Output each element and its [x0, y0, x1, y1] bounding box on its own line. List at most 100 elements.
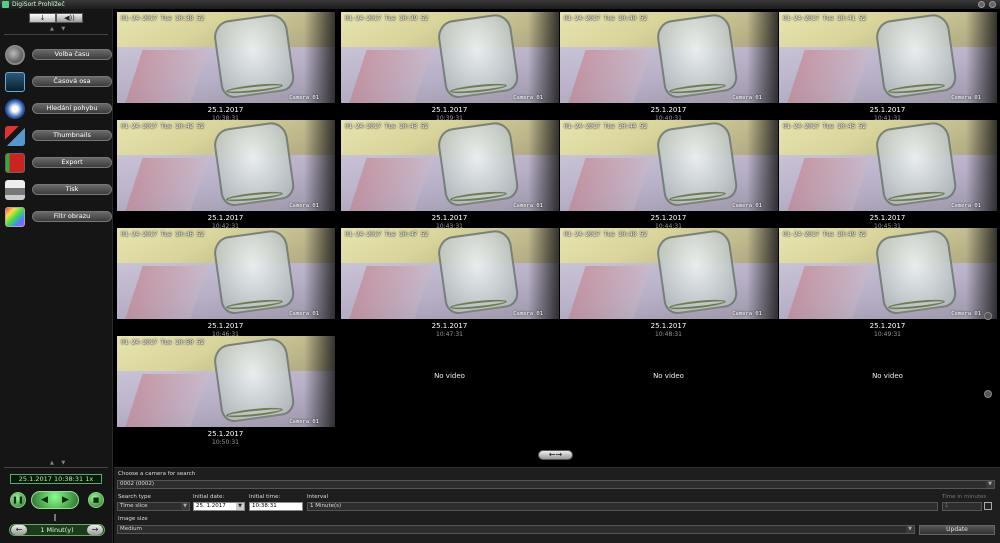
stop-icon: ■: [92, 496, 100, 504]
osd-camera-name: Camera 01: [951, 311, 981, 317]
pause-icon: ❚❚: [12, 496, 24, 504]
thumbnail-image[interactable]: 01-24-2017 Tue 10:38 52 Camera 01: [117, 12, 335, 103]
thumbnail-cell[interactable]: 01-24-2017 Tue 10:48 52 Camera 01 25.1.201…: [559, 228, 778, 338]
menu-hledani-pohybu[interactable]: Hledání pohybu: [3, 99, 112, 121]
thumbnail-cell[interactable]: 01-24-2017 Tue 10:38 52 Camera 01 25.1.201…: [116, 12, 335, 122]
osd-camera-name: Camera 01: [513, 95, 543, 101]
tisk-button[interactable]: Tisk: [32, 184, 112, 195]
thumbnail-cell[interactable]: 01-24-2017 Tue 10:45 52 Camera 01 25.1.201…: [778, 120, 997, 230]
sidebar: ↓ ◀)) ▲ ▼ Volba času Časová osa Hledání …: [0, 9, 113, 543]
thumbnail-cell[interactable]: 01-24-2017 Tue 10:42 52 Camera 01 25.1.201…: [116, 120, 335, 230]
thumbnail-image[interactable]: 01-24-2017 Tue 10:44 52 Camera 01: [560, 120, 778, 211]
menu-casova-osa[interactable]: Časová osa: [3, 72, 112, 94]
thumbnail-image[interactable]: 01-24-2017 Tue 10:46 52 Camera 01: [117, 228, 335, 319]
thumbnail-image[interactable]: 01-24-2017 Tue 10:49 52 Camera 01: [779, 228, 997, 319]
pause-button[interactable]: ❚❚: [10, 492, 26, 508]
scroll-arrows-bottom[interactable]: ▲ ▼: [50, 460, 68, 466]
osd-timestamp: 01-24-2017 Tue 10:45 52: [783, 123, 867, 130]
printer-icon: [5, 180, 25, 200]
menu-volba-casu[interactable]: Volba času: [3, 45, 112, 67]
divider: [4, 467, 108, 468]
thumbnail-cell[interactable]: 01-24-2017 Tue 10:44 52 Camera 01 25.1.201…: [559, 120, 778, 230]
thumbnail-image[interactable]: 01-24-2017 Tue 10:39 52 Camera 01: [341, 12, 559, 103]
step-interval-value: 1 Minut(y): [40, 526, 74, 534]
no-video-label: No video: [434, 372, 465, 380]
grid-scroll-controls: [980, 12, 998, 452]
thumbnail-cell[interactable]: 01-24-2017 Tue 10:46 52 Camera 01 25.1.201…: [116, 228, 335, 338]
osd-timestamp: 01-24-2017 Tue 10:46 52: [121, 231, 205, 238]
play-forward-icon[interactable]: ▶: [62, 492, 69, 508]
scroll-down-icon[interactable]: [984, 390, 992, 398]
initial-time-field[interactable]: 10:38:31: [249, 502, 303, 511]
thumbnail-image[interactable]: 01-24-2017 Tue 10:42 52 Camera 01: [117, 120, 335, 211]
chevron-down-icon[interactable]: ▼: [906, 526, 914, 533]
image-size-select[interactable]: Medium ▼: [117, 525, 915, 534]
scroll-up-icon[interactable]: [984, 312, 992, 320]
thumbnail-cell[interactable]: 01-24-2017 Tue 10:41 52 Camera 01 25.1.201…: [778, 12, 997, 122]
play-backward-icon[interactable]: ◀: [41, 492, 48, 508]
prev-interval-button[interactable]: ←: [11, 525, 27, 535]
interval-select[interactable]: 1 Minute(s): [307, 502, 938, 511]
thumbnails-button[interactable]: Thumbnails: [32, 130, 112, 141]
stop-button[interactable]: ■: [88, 492, 104, 508]
thumbnail-date: 25.1.2017: [650, 322, 687, 330]
sidebar-toolbar: ↓ ◀)): [29, 13, 83, 23]
minimize-icon[interactable]: [978, 1, 985, 8]
calendar-dropdown-icon[interactable]: ▼: [236, 503, 244, 510]
export-button[interactable]: Export: [32, 157, 112, 168]
audio-button[interactable]: ◀)): [56, 13, 83, 23]
thumbnail-date: 25.1.2017: [431, 106, 468, 114]
scroll-arrows-top[interactable]: ▲ ▼: [50, 26, 68, 32]
casova-osa-button[interactable]: Časová osa: [32, 76, 112, 87]
thumbnail-image[interactable]: 01-24-2017 Tue 10:48 52 Camera 01: [560, 228, 778, 319]
initial-date-field[interactable]: 25. 1.2017 ▼: [193, 502, 245, 511]
time-in-minutes-field[interactable]: 1: [942, 502, 982, 511]
osd-camera-name: Camera 01: [289, 95, 319, 101]
thumbnail-date: 25.1.2017: [869, 322, 906, 330]
menu-thumbnails[interactable]: Thumbnails: [3, 126, 112, 148]
chevron-down-icon[interactable]: ▼: [181, 503, 189, 510]
search-type-select[interactable]: Time slice ▼: [117, 502, 190, 511]
thumbnail-image[interactable]: 01-24-2017 Tue 10:50 52 Camera 01: [117, 336, 335, 427]
page-nav-button[interactable]: ←→: [538, 450, 573, 460]
thumbnail-image[interactable]: 01-24-2017 Tue 10:41 52 Camera 01: [779, 12, 997, 103]
current-time-display: 25.1.2017 10:38:31 1x: [10, 474, 102, 484]
thumbnail-image[interactable]: 01-24-2017 Tue 10:43 52 Camera 01: [341, 120, 559, 211]
thumbnail-image[interactable]: 01-24-2017 Tue 10:40 52 Camera 01: [560, 12, 778, 103]
update-button[interactable]: Update: [919, 525, 995, 535]
play-direction-control[interactable]: ◀ ▶: [31, 491, 79, 509]
thumbnail-cell[interactable]: 01-24-2017 Tue 10:39 52 Camera 01 25.1.201…: [340, 12, 559, 122]
chevron-down-icon[interactable]: ▼: [986, 481, 994, 488]
camera-select[interactable]: 0002 (0002) ▼: [117, 480, 995, 489]
thumbnail-image[interactable]: 01-24-2017 Tue 10:47 52 Camera 01: [341, 228, 559, 319]
thumbnail-cell[interactable]: 01-24-2017 Tue 10:50 52 Camera 01 25.1.201…: [116, 336, 335, 446]
menu-export[interactable]: Export: [3, 153, 112, 175]
download-button[interactable]: ↓: [29, 13, 56, 23]
osd-timestamp: 01-24-2017 Tue 10:42 52: [121, 123, 205, 130]
thumbnail-cell[interactable]: 01-24-2017 Tue 10:40 52 Camera 01 25.1.201…: [559, 12, 778, 122]
menu-filtr-obrazu[interactable]: Filtr obrazu: [3, 207, 112, 229]
empty-cell: No video: [340, 336, 559, 444]
export-book-icon: [5, 153, 25, 173]
initial-time-label: Initial time:: [249, 494, 281, 500]
thumbnail-cell[interactable]: 01-24-2017 Tue 10:49 52 Camera 01 25.1.201…: [778, 228, 997, 338]
osd-timestamp: 01-24-2017 Tue 10:49 52: [783, 231, 867, 238]
thumbnail-cell[interactable]: 01-24-2017 Tue 10:47 52 Camera 01 25.1.201…: [340, 228, 559, 338]
close-icon[interactable]: [989, 1, 996, 8]
empty-cell: No video: [778, 336, 997, 444]
osd-timestamp: 01-24-2017 Tue 10:40 52: [564, 15, 648, 22]
tools-icon: [5, 126, 25, 146]
thumbnail-cell[interactable]: 01-24-2017 Tue 10:43 52 Camera 01 25.1.201…: [340, 120, 559, 230]
search-panel: Choose a camera for search 0002 (0002) ▼…: [114, 467, 1000, 543]
volba-casu-button[interactable]: Volba času: [32, 49, 112, 60]
expand-icon[interactable]: [984, 502, 992, 510]
hledani-pohybu-button[interactable]: Hledání pohybu: [32, 103, 112, 114]
menu-tisk[interactable]: Tisk: [3, 180, 112, 202]
filtr-obrazu-button[interactable]: Filtr obrazu: [32, 211, 112, 222]
thumbnail-date: 25.1.2017: [869, 214, 906, 222]
motion-search-icon: [5, 99, 25, 119]
next-interval-button[interactable]: →: [87, 525, 103, 535]
thumbnail-date: 25.1.2017: [207, 106, 244, 114]
thumbnail-image[interactable]: 01-24-2017 Tue 10:45 52 Camera 01: [779, 120, 997, 211]
speed-slider-handle[interactable]: [54, 514, 56, 521]
